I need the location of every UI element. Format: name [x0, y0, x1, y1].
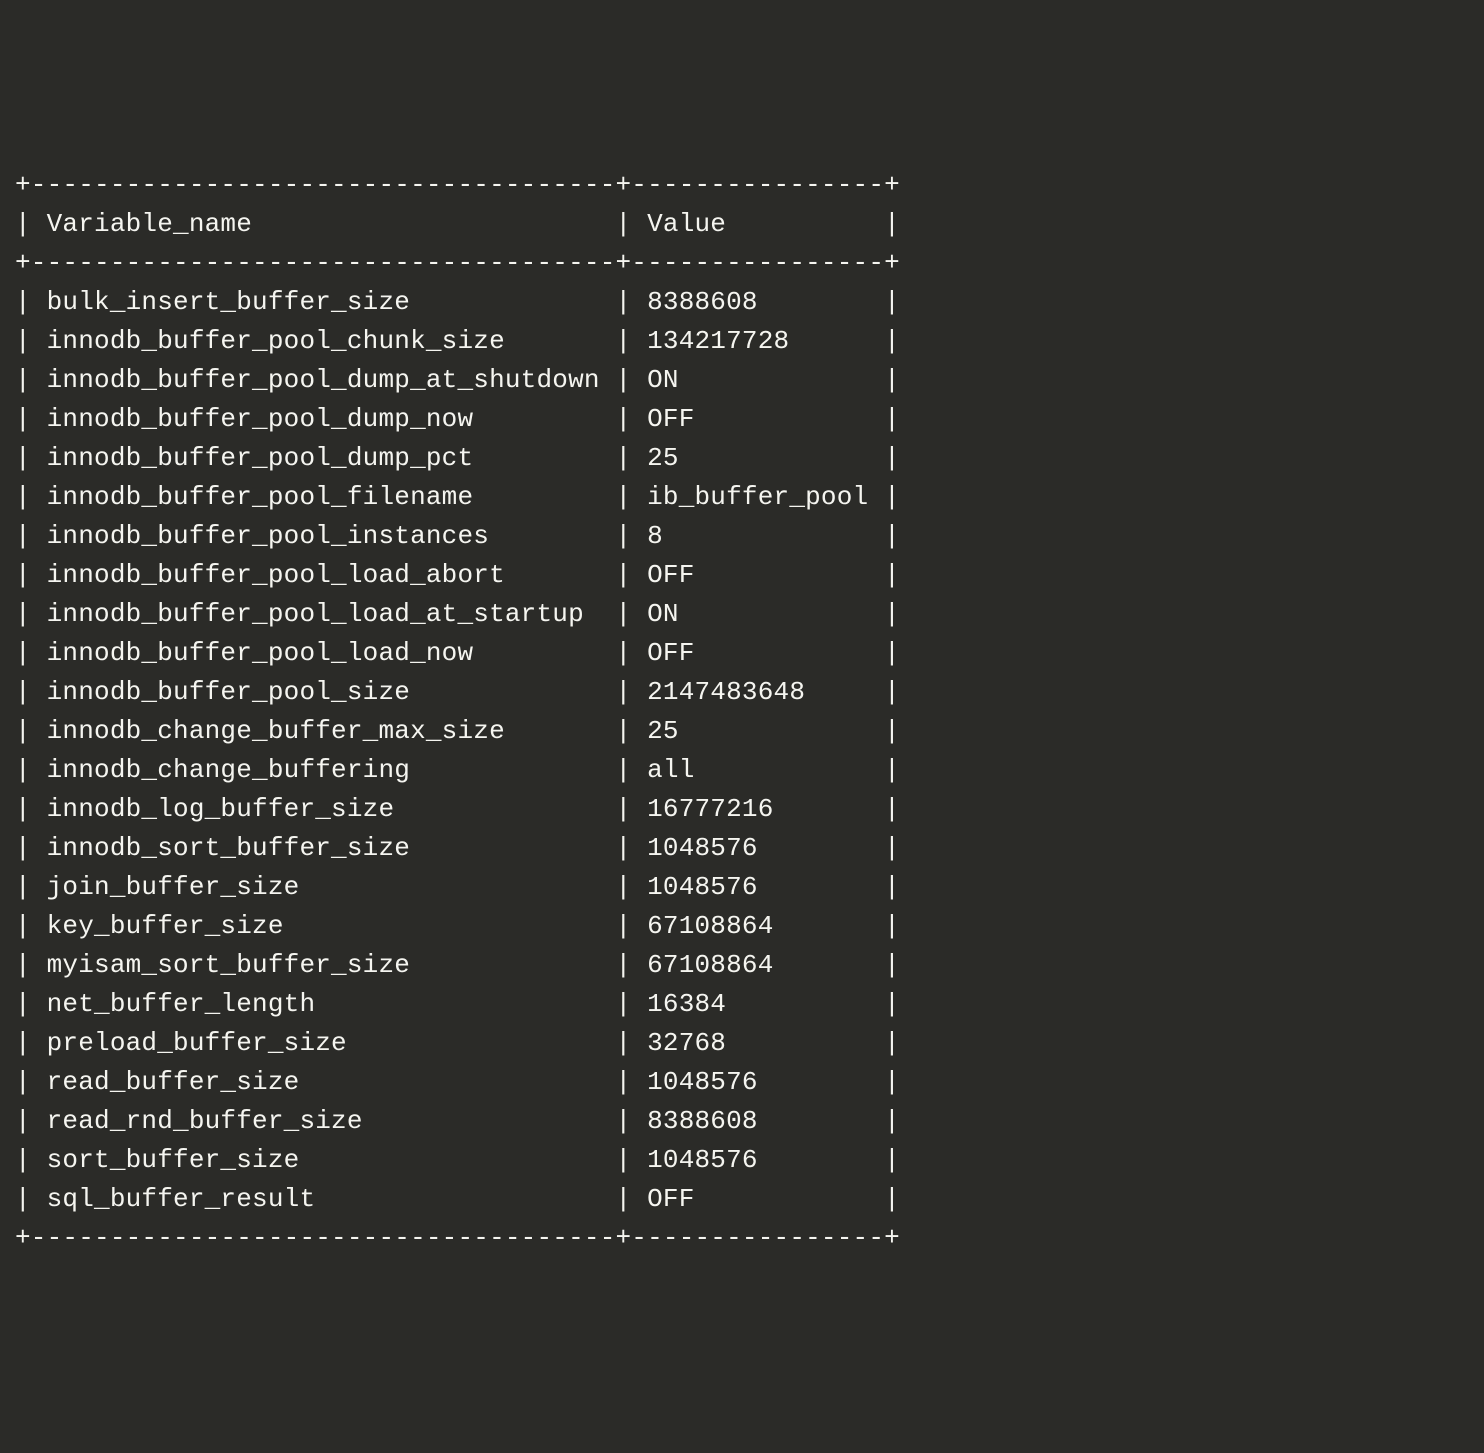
- table-border-top: +-------------------------------------+-…: [15, 170, 900, 200]
- table-header-row: | Variable_name | Value |: [15, 209, 900, 239]
- table-body: | bulk_insert_buffer_size | 8388608 | | …: [15, 287, 900, 1214]
- table-border-mid: +-------------------------------------+-…: [15, 248, 900, 278]
- mysql-output: +-------------------------------------+-…: [15, 166, 1469, 1258]
- table-border-bottom: +-------------------------------------+-…: [15, 1223, 900, 1253]
